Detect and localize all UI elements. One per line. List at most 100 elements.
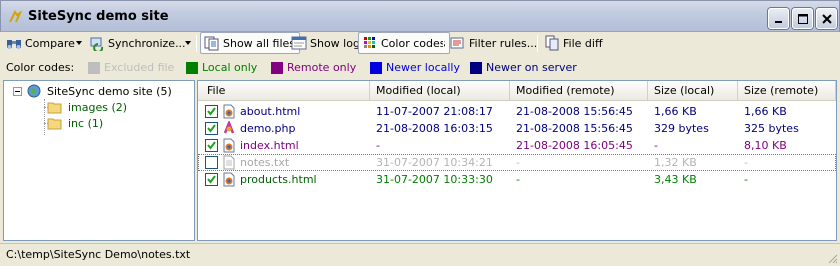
html-file-icon [223, 104, 235, 119]
swatch [271, 61, 283, 74]
file-diff-button[interactable]: File diff [541, 32, 607, 54]
color-codes-bar: Color codes: Excluded file Local only Re… [0, 57, 840, 79]
file-row[interactable]: demo.php 21-08-2008 16:03:15 21-08-2008 15… [198, 120, 836, 137]
cell-size-remote: 1,66 KB [744, 105, 787, 118]
code-label: Excluded file [104, 61, 175, 74]
maximize-icon [798, 14, 808, 24]
cell-remote: 21-08-2008 16:05:45 [516, 139, 633, 152]
filter-rules-label: Filter rules... [469, 36, 538, 50]
compare-button[interactable]: Compare [3, 32, 79, 54]
cell-local: 11-07-2007 21:08:17 [376, 105, 493, 118]
maximize-button[interactable] [792, 8, 813, 29]
show-all-files-button[interactable]: Show all files [200, 32, 301, 54]
cell-size-local: - [654, 139, 658, 152]
tree-root[interactable]: SiteSync demo site (5) [13, 83, 172, 99]
code-remote-only: Remote only [271, 61, 356, 74]
tree-item-label: inc (1) [68, 116, 104, 130]
cell-size-local: 3,43 KB [654, 173, 697, 186]
checkmark-icon [207, 175, 216, 184]
html-file-icon [223, 138, 235, 153]
color-codes-button[interactable]: Color codes [358, 32, 451, 54]
cell-remote: 21-08-2008 15:56:45 [516, 105, 633, 118]
synchronize-label: Synchronize... [108, 36, 186, 50]
file-list-header: File Modified (local) Modified (remote) … [198, 81, 836, 101]
column-header-modified-remote[interactable]: Modified (remote) [510, 81, 648, 101]
folder-tree[interactable]: SiteSync demo site (5) images (2) inc (1… [3, 80, 195, 241]
color-codes-label: Color codes [381, 36, 446, 50]
swatch [370, 61, 382, 74]
row-checkbox[interactable] [205, 122, 218, 135]
code-label: Newer on server [486, 61, 577, 74]
column-header-size-local[interactable]: Size (local) [648, 81, 738, 101]
php-file-icon [223, 121, 235, 134]
cell-remote: 21-08-2008 15:56:45 [516, 122, 633, 135]
tree-item-inc[interactable]: inc (1) [47, 115, 103, 131]
cell-local: 31-07-2007 10:33:30 [376, 173, 493, 186]
checkmark-icon [207, 107, 216, 116]
code-local-only: Local only [186, 61, 257, 74]
compare-dropdown-arrow[interactable] [76, 41, 82, 45]
cell-size-local: 1,66 KB [654, 105, 697, 118]
file-row[interactable]: products.html 31-07-2007 10:33:30 - 3,43 KB… [198, 171, 836, 188]
row-checkbox[interactable] [205, 156, 218, 169]
tree-item-images[interactable]: images (2) [47, 99, 127, 115]
file-row[interactable]: about.html 11-07-2007 21:08:17 21-08-2008 … [198, 103, 836, 120]
log-icon [291, 36, 307, 50]
code-newer-on-server: Newer on server [470, 61, 577, 74]
toolbar-separator [537, 35, 538, 52]
code-label: Remote only [287, 61, 357, 74]
column-header-file[interactable]: File [198, 81, 370, 101]
tree-item-label: images (2) [68, 100, 128, 114]
file-list: File Modified (local) Modified (remote) … [197, 80, 837, 241]
file-row[interactable]: index.html - 21-08-2008 16:05:45 - 8,10 KB [198, 137, 836, 154]
show-log-button[interactable]: Show log [288, 32, 364, 54]
synchronize-button[interactable]: Synchronize... [86, 32, 190, 54]
folder-icon [47, 102, 62, 114]
compare-label: Compare [25, 36, 75, 50]
show-all-files-label: Show all files [223, 36, 296, 50]
toolbar: Compare Synchronize... Show all files Sh… [0, 32, 840, 55]
minimize-icon [775, 21, 782, 23]
cell-local: 31-07-2007 10:34:21 [376, 156, 493, 169]
file-row[interactable]: notes.txt 31-07-2007 10:34:21 - 1,32 KB - [198, 154, 836, 171]
status-path: C:\temp\SiteSync Demo\notes.txt [6, 248, 191, 261]
swatch [186, 61, 198, 74]
cell-remote: - [516, 173, 520, 186]
code-excluded-file: Excluded file [88, 61, 174, 74]
show-log-label: Show log [310, 36, 360, 50]
cell-size-remote: - [744, 173, 748, 186]
row-checkbox[interactable] [205, 173, 218, 186]
synchronize-dropdown-arrow[interactable] [185, 41, 191, 45]
row-checkbox[interactable] [205, 105, 218, 118]
code-label: Local only [202, 61, 258, 74]
color-codes-icon [364, 37, 375, 48]
cell-size-remote: 8,10 KB [744, 139, 787, 152]
filter-rules-button[interactable]: Filter rules... [447, 32, 541, 54]
tree-line [44, 99, 45, 135]
folder-icon [47, 118, 62, 130]
synchronize-icon [90, 37, 104, 51]
column-header-modified-local[interactable]: Modified (local) [370, 81, 510, 101]
file-name: index.html [240, 139, 299, 152]
column-header-size-remote[interactable]: Size (remote) [738, 81, 836, 101]
close-icon [822, 14, 832, 24]
app-icon [9, 10, 23, 23]
checkmark-icon [207, 141, 216, 150]
row-checkbox[interactable] [205, 139, 218, 152]
close-button[interactable] [816, 8, 837, 29]
collapse-toggle[interactable] [13, 86, 22, 96]
resize-grip-icon[interactable] [826, 252, 838, 264]
tree-root-label: SiteSync demo site (5) [47, 84, 172, 98]
cell-size-remote: - [744, 156, 748, 169]
checkmark-icon [207, 124, 216, 133]
status-bar: C:\temp\SiteSync Demo\notes.txt [0, 243, 840, 266]
minimize-button[interactable] [768, 8, 789, 29]
cell-size-remote: 325 bytes [744, 122, 799, 135]
file-name: products.html [240, 173, 317, 186]
swatch [470, 61, 482, 74]
binoculars-icon [7, 40, 21, 49]
cell-remote: - [516, 156, 520, 169]
file-name: demo.php [240, 122, 296, 135]
title-bar: SiteSync demo site [0, 0, 840, 32]
filter-rules-icon [450, 37, 464, 49]
